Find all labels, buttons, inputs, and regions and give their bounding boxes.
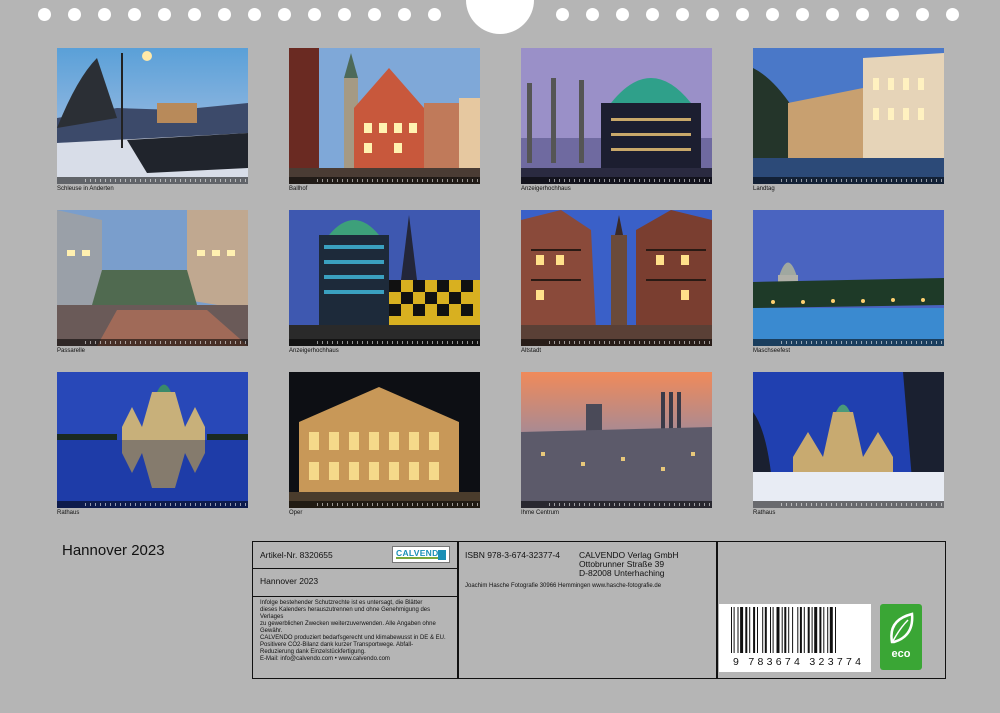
photo-caption: Landtag [753,186,775,192]
photo-caption: Rathaus [753,510,776,516]
leaf-icon [890,612,914,644]
photo-caption: Passarelle [57,348,86,354]
photo-caption: Schleuse in Anderten [57,186,114,192]
binding-hole [796,8,809,21]
photo-rathaus-winter [753,372,944,508]
photo-ballhof [289,48,480,184]
photo-anzeigerhochhaus-2 [289,210,480,346]
binding-hole [616,8,629,21]
binding-hole [646,8,659,21]
photo-caption: Oper [289,510,303,516]
photo-caption: Rathaus [57,510,80,516]
photo-caption: Anzeigerhochhaus [289,348,339,354]
binding-hole [916,8,929,21]
binding-hole [676,8,689,21]
isbn: ISBN 978-3-674-32377-4 [465,550,560,560]
binding-hole [766,8,779,21]
photo-caption: Maschseefest [753,348,791,354]
photo-passarelle [57,210,248,346]
article-number: Artikel-Nr. 8320655 [260,550,333,560]
binding-hole [128,8,141,21]
binding-hole [946,8,959,21]
isbn-barcode: 9 783674 323774 [719,604,871,672]
photo-altstadt [521,210,712,346]
binding-hole [736,8,749,21]
photo-caption: Ihme Centrum [521,510,560,516]
binding-hole [278,8,291,21]
binding-hole [428,8,441,21]
binding-hole [556,8,569,21]
binding-hole [706,8,719,21]
binding-hole [248,8,261,21]
photo-schleuse-anderten [57,48,248,184]
eco-badge: eco [880,604,922,670]
binding-hole [338,8,351,21]
binding-hole [398,8,411,21]
publisher-city: D-82008 Unterhaching [579,568,665,578]
binding-hole [68,8,81,21]
binding-hole [218,8,231,21]
binding-hole [98,8,111,21]
photo-ihme-centrum [521,372,712,508]
photo-caption: Ballhof [289,186,308,192]
binding-hole [38,8,51,21]
binding-hole [856,8,869,21]
barcode-digits: 9 783674 323774 [733,656,865,668]
photo-caption: Altstadt [521,348,542,354]
calvendo-logo: CALVENDO [392,546,450,563]
photo-rathaus [57,372,248,508]
binding-hole [586,8,599,21]
photo-anzeigerhochhaus [521,48,712,184]
photographer-credit: Joachim Hasche Fotografie 30966 Hemminge… [465,583,662,589]
product-info-box: Artikel-Nr. 8320655 CALVENDO Hannover 20… [252,541,946,679]
calendar-title: Hannover 2023 [62,542,165,559]
binding-hole [886,8,899,21]
product-title: Hannover 2023 [260,576,319,586]
binding-hole [826,8,839,21]
photo-caption: Anzeigerhochhaus [521,186,571,192]
legal-notice: Infolge bestehender Schutzrechte ist es … [260,600,446,662]
photo-landtag [753,48,944,184]
photo-maschseefest [753,210,944,346]
binding-hole [368,8,381,21]
calendar-hanger-cutout [466,0,534,34]
binding-hole [188,8,201,21]
photo-oper [289,372,480,508]
binding-hole [158,8,171,21]
binding-hole [308,8,321,21]
